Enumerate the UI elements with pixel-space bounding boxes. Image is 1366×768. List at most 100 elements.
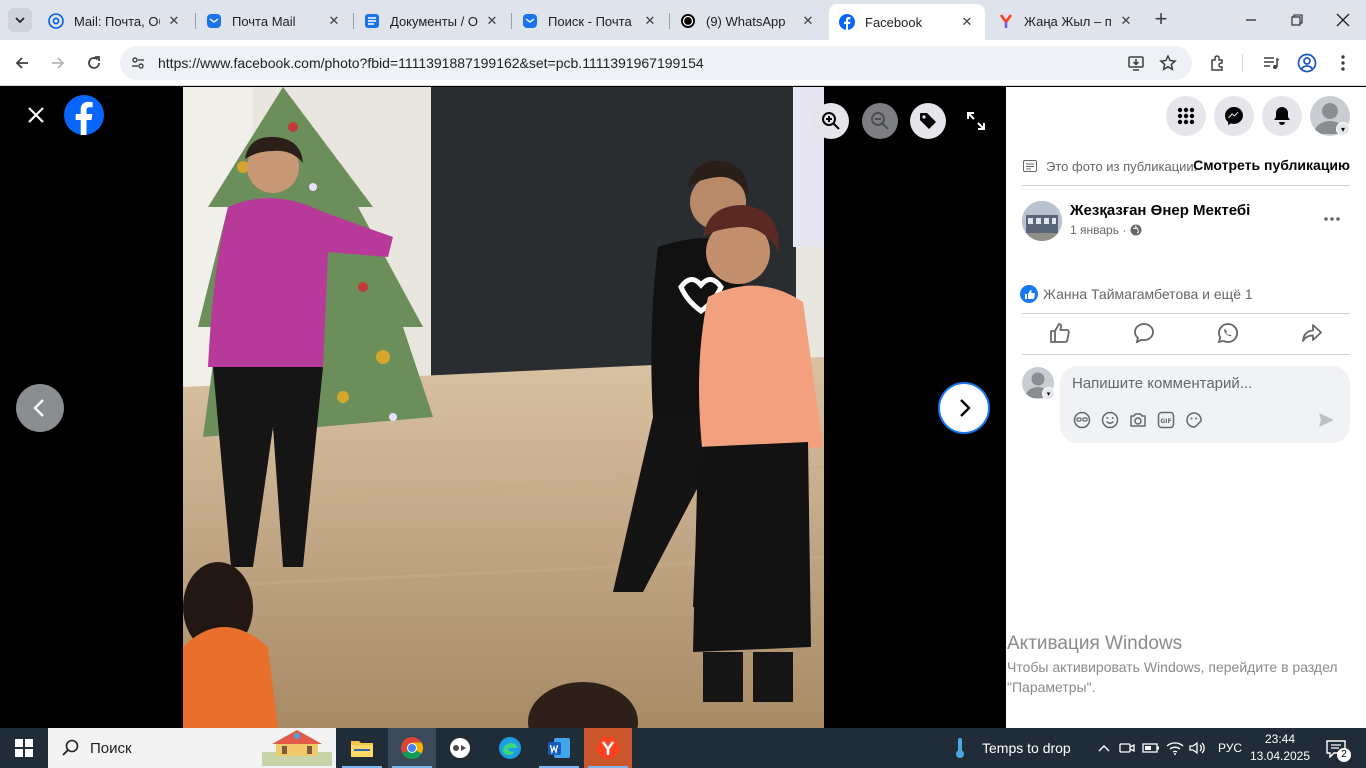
forward-button[interactable]	[46, 51, 70, 75]
send-comment-icon[interactable]	[1316, 410, 1336, 430]
search-label: Поиск	[90, 739, 132, 757]
mail-envelope-icon	[522, 13, 538, 29]
zoom-out-button[interactable]	[862, 103, 898, 139]
toolbar-divider	[1242, 54, 1243, 72]
zoom-in-button[interactable]	[813, 103, 849, 139]
media-control-icon[interactable]	[1259, 51, 1283, 75]
gif-icon[interactable]: GIF	[1156, 410, 1176, 430]
minimize-button[interactable]	[1236, 8, 1266, 32]
messenger-button[interactable]	[1214, 96, 1254, 136]
page-avatar[interactable]	[1022, 201, 1062, 241]
site-info-icon[interactable]	[128, 53, 148, 73]
activation-title: Активация Windows	[1007, 633, 1183, 654]
meet-now-icon[interactable]	[1117, 738, 1137, 758]
edge-taskbar-button[interactable]	[486, 728, 534, 768]
post-info-icon	[1022, 158, 1038, 174]
extensions-icon[interactable]	[1206, 51, 1230, 75]
tab-close-icon[interactable]: ✕	[1118, 13, 1134, 29]
install-app-icon[interactable]	[1126, 53, 1146, 73]
browser-tab[interactable]: Документы / Об ✕	[354, 6, 510, 36]
folder-icon	[351, 741, 373, 757]
share-button[interactable]	[1298, 321, 1326, 345]
browser-tab[interactable]: Почта Mail ✕	[196, 6, 352, 36]
bell-icon	[1274, 107, 1290, 125]
notifications-button[interactable]	[1262, 96, 1302, 136]
like-button[interactable]	[1046, 321, 1074, 345]
reactions-summary[interactable]: Жанна Таймагамбетова и ещё 1	[1020, 285, 1253, 303]
comment-bubble-icon	[1134, 323, 1154, 344]
send-whatsapp-button[interactable]	[1214, 321, 1242, 345]
reload-button[interactable]	[82, 51, 106, 75]
view-post-link[interactable]: Смотреть публикацию	[1193, 157, 1350, 173]
browser-tab[interactable]: Поиск - Почта М ✕	[512, 6, 668, 36]
tab-close-icon[interactable]: ✕	[642, 13, 658, 29]
profile-icon[interactable]	[1295, 51, 1319, 75]
windows-taskbar: Поиск Temps to drop РУС 23:44 13.04.2025…	[0, 728, 1366, 768]
facebook-logo-icon[interactable]	[64, 95, 104, 135]
like-reaction-icon	[1020, 285, 1038, 303]
browser-tab-active[interactable]: Facebook ✕	[829, 4, 985, 40]
browser-menu-icon[interactable]	[1331, 51, 1355, 75]
tag-photo-button[interactable]	[910, 103, 946, 139]
page-name-link[interactable]: Жезқазған Өнер Мектебі	[1070, 202, 1250, 219]
taskbar-search[interactable]: Поиск	[48, 728, 336, 768]
back-button[interactable]	[10, 51, 34, 75]
tab-close-icon[interactable]: ✕	[484, 13, 500, 29]
word-taskbar-button[interactable]	[535, 728, 583, 768]
file-explorer-taskbar-button[interactable]	[338, 728, 386, 768]
show-hidden-icons-chevron-up-icon[interactable]	[1094, 738, 1114, 758]
fullscreen-icon[interactable]	[964, 109, 988, 133]
address-bar[interactable]: https://www.facebook.com/photo?fbid=1111…	[120, 46, 1192, 80]
browser-tab[interactable]: Жаңа Жыл – пе ✕	[988, 6, 1144, 36]
tab-close-icon[interactable]: ✕	[959, 14, 975, 30]
weather-text[interactable]: Temps to drop	[982, 728, 1071, 768]
yandex-browser-taskbar-button[interactable]	[584, 728, 632, 768]
browser-tab-strip: Mail: Почта, Обл ✕ Почта Mail ✕ Документ…	[0, 0, 1366, 40]
post-photo[interactable]	[183, 87, 824, 728]
post-meta: 1 январь ·	[1070, 223, 1142, 237]
close-window-button[interactable]	[1328, 8, 1358, 32]
emoji-icon[interactable]	[1100, 410, 1120, 430]
volume-icon[interactable]	[1188, 738, 1208, 758]
bookmark-star-icon[interactable]	[1158, 53, 1178, 73]
post-date-link[interactable]: 1 январь	[1070, 223, 1119, 237]
clock[interactable]: 23:44 13.04.2025	[1244, 731, 1316, 765]
restore-button[interactable]	[1282, 8, 1312, 32]
previous-photo-button[interactable]	[16, 384, 64, 432]
account-chevron-down-icon[interactable]: ▾	[1336, 122, 1350, 136]
comment-composer[interactable]: Напишите комментарий... GIF	[1060, 366, 1350, 443]
tab-close-icon[interactable]: ✕	[800, 13, 816, 29]
start-button[interactable]	[0, 728, 48, 768]
search-icon	[62, 739, 80, 757]
post-options-button[interactable]	[1318, 207, 1346, 231]
browser-tab[interactable]: (9) WhatsApp ✕	[670, 6, 826, 36]
avatar-sticker-icon[interactable]	[1072, 410, 1092, 430]
tab-close-icon[interactable]: ✕	[326, 13, 342, 29]
weather-thermometer-icon[interactable]	[950, 738, 970, 758]
menu-grid-button[interactable]	[1166, 96, 1206, 136]
commenter-chevron-down-icon[interactable]: ▾	[1042, 387, 1055, 400]
input-language[interactable]: РУС	[1218, 728, 1242, 768]
tab-search-button[interactable]	[8, 8, 32, 32]
url-text[interactable]: https://www.facebook.com/photo?fbid=1111…	[158, 55, 704, 71]
camera-icon[interactable]	[1128, 410, 1148, 430]
post-side-panel: ▾ Это фото из публикации. Смотреть публи…	[1006, 87, 1366, 728]
whatsapp-icon	[680, 13, 696, 29]
sticker-icon[interactable]	[1184, 410, 1204, 430]
close-viewer-button[interactable]	[22, 101, 50, 129]
new-tab-button[interactable]: +	[1150, 8, 1172, 31]
notification-center-button[interactable]: 2	[1324, 738, 1351, 762]
media-app-taskbar-button[interactable]	[436, 728, 484, 768]
menu-grid-icon	[1177, 107, 1195, 125]
browser-tab[interactable]: Mail: Почта, Обл ✕	[38, 6, 192, 36]
yandex-icon	[998, 13, 1014, 29]
tab-close-icon[interactable]: ✕	[166, 13, 182, 29]
comment-input[interactable]: Напишите комментарий...	[1072, 375, 1252, 392]
wifi-icon[interactable]	[1165, 738, 1185, 758]
tab-title: Mail: Почта, Обл	[74, 13, 160, 29]
chrome-taskbar-button[interactable]	[388, 728, 436, 768]
tab-title: (9) WhatsApp	[706, 13, 786, 29]
next-photo-button[interactable]	[940, 384, 988, 432]
comment-button[interactable]	[1130, 321, 1158, 345]
battery-icon[interactable]	[1141, 738, 1161, 758]
